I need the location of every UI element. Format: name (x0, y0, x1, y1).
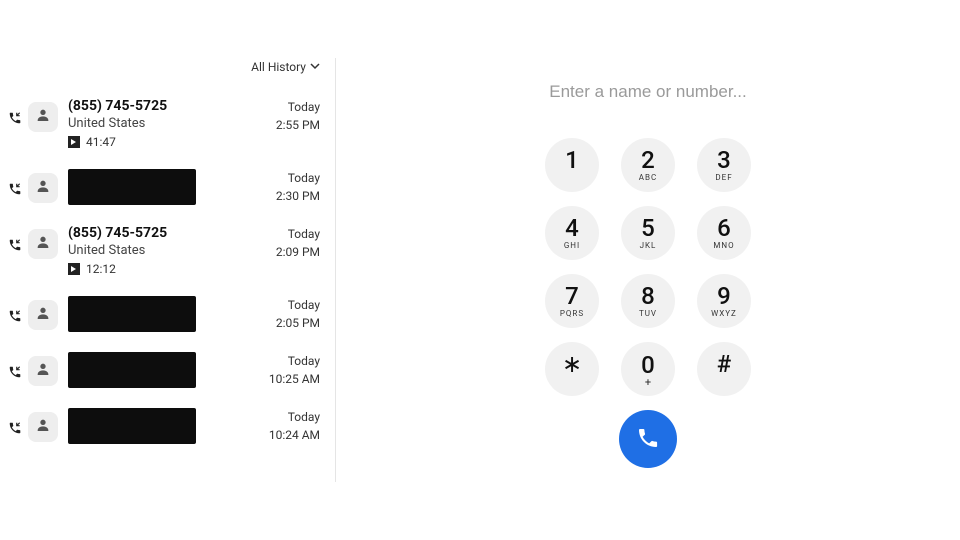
dialpad-key-letters: + (645, 377, 651, 385)
dialpad-key-letters: ABC (639, 174, 657, 182)
call-region: United States (68, 243, 266, 258)
call-time: 2:05 PM (276, 314, 320, 332)
voicemail-play-icon[interactable] (68, 263, 80, 275)
dialpad-key-3[interactable]: 3 DEF (697, 138, 751, 192)
call-day: Today (276, 98, 320, 116)
outgoing-call-icon (8, 420, 22, 434)
dialpad-key-letters: MNO (713, 242, 734, 250)
call-history-row[interactable]: Today2:30 PM (0, 159, 336, 215)
person-icon (35, 107, 51, 127)
dialpad-key-digit: 4 (565, 216, 579, 240)
redacted-content (68, 169, 196, 205)
dialpad-key-7[interactable]: 7 PQRS (545, 274, 599, 328)
call-region: United States (68, 116, 266, 131)
call-time: 10:24 AM (269, 426, 320, 444)
call-time: 10:25 AM (269, 370, 320, 388)
dialpad-key-digit: ∗ (562, 352, 582, 376)
call-day: Today (276, 225, 320, 243)
call-time: 2:55 PM (276, 116, 320, 134)
dialpad-key-0[interactable]: 0+ (621, 342, 675, 396)
redacted-content (68, 296, 196, 332)
phone-icon (636, 426, 660, 453)
person-icon (35, 305, 51, 325)
call-time: 2:09 PM (276, 243, 320, 261)
call-history-panel: All History (855) 745-5725 United States 4… (0, 0, 336, 540)
dialer-panel: 1 2 ABC 3 DEF 4 GHI 5 JKL 6 MNO 7 PQRS 8 TUV 9 WXYZ ∗ 0+ # (336, 0, 960, 540)
dialpad-key-#[interactable]: # (697, 342, 751, 396)
outgoing-call-icon (8, 308, 22, 322)
outgoing-call-icon (8, 237, 22, 251)
call-time: 2:30 PM (276, 187, 320, 205)
person-icon (35, 361, 51, 381)
dialpad-key-letters: TUV (639, 310, 657, 318)
outgoing-call-icon (8, 364, 22, 378)
person-icon (35, 178, 51, 198)
dialpad-key-letters: GHI (564, 242, 580, 250)
contact-avatar (28, 300, 58, 330)
contact-avatar (28, 102, 58, 132)
call-history-row[interactable]: (855) 745-5725 United States 41:47 Today2:5… (0, 88, 336, 159)
call-history-row[interactable]: (855) 745-5725 United States 12:12 Today2:0… (0, 215, 336, 286)
call-day: Today (276, 169, 320, 187)
dialpad-key-6[interactable]: 6 MNO (697, 206, 751, 260)
dialpad-key-letters: PQRS (560, 310, 584, 318)
dialpad-key-letters: JKL (640, 242, 657, 250)
call-day: Today (269, 408, 320, 426)
call-button[interactable] (619, 410, 677, 468)
contact-avatar (28, 173, 58, 203)
dialpad-key-digit: 9 (717, 284, 731, 308)
contact-avatar (28, 356, 58, 386)
dialpad-key-digit: 2 (641, 148, 655, 172)
call-day: Today (269, 352, 320, 370)
dialpad-key-2[interactable]: 2 ABC (621, 138, 675, 192)
dialpad-key-∗[interactable]: ∗ (545, 342, 599, 396)
call-history-row[interactable]: Today2:05 PM (0, 286, 336, 342)
dialpad-key-digit: # (717, 352, 731, 376)
history-filter-dropdown[interactable]: All History (251, 60, 320, 74)
person-icon (35, 417, 51, 437)
voicemail-play-icon[interactable] (68, 136, 80, 148)
outgoing-call-icon (8, 110, 22, 124)
outgoing-call-icon (8, 181, 22, 195)
dialpad-key-digit: 3 (717, 148, 731, 172)
voicemail-duration: 41:47 (86, 135, 116, 149)
person-icon (35, 234, 51, 254)
redacted-content (68, 408, 196, 444)
call-day: Today (276, 296, 320, 314)
dialpad-key-digit: 6 (717, 216, 731, 240)
call-number: (855) 745-5725 (68, 98, 266, 114)
dialpad-key-digit: 5 (641, 216, 655, 240)
dialpad-key-9[interactable]: 9 WXYZ (697, 274, 751, 328)
contact-avatar (28, 412, 58, 442)
dial-input[interactable] (488, 82, 808, 102)
chevron-down-icon (310, 60, 320, 74)
dialpad-key-1[interactable]: 1 (545, 138, 599, 192)
contact-avatar (28, 229, 58, 259)
dialpad-key-letters: DEF (715, 174, 732, 182)
panel-divider (335, 58, 336, 482)
redacted-content (68, 352, 196, 388)
dialpad-key-letters: WXYZ (711, 310, 737, 318)
call-number: (855) 745-5725 (68, 225, 266, 241)
dialpad-key-digit: 0 (641, 353, 655, 377)
dialpad-key-digit: 7 (565, 284, 579, 308)
dialpad-key-digit: 1 (565, 148, 579, 172)
dialpad-key-5[interactable]: 5 JKL (621, 206, 675, 260)
call-history-row[interactable]: Today10:25 AM (0, 342, 336, 398)
call-history-row[interactable]: Today10:24 AM (0, 398, 336, 454)
dialpad-key-4[interactable]: 4 GHI (545, 206, 599, 260)
dialpad-key-digit: 8 (641, 284, 655, 308)
voicemail-duration: 12:12 (86, 262, 116, 276)
history-filter-label: All History (251, 60, 306, 74)
dialpad-key-8[interactable]: 8 TUV (621, 274, 675, 328)
